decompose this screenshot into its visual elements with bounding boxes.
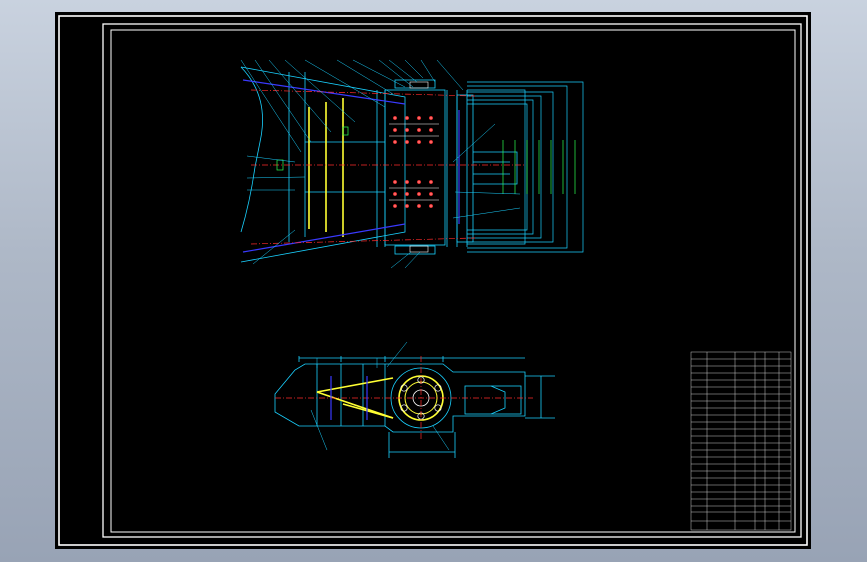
blue-outline	[242, 79, 460, 253]
drawing-frame	[58, 15, 808, 546]
title-block-rows	[691, 358, 791, 507]
cad-viewport[interactable]	[55, 12, 811, 549]
dimension-steps	[467, 81, 584, 253]
side-centerlines	[275, 356, 533, 440]
side-view	[274, 341, 555, 458]
side-outline	[274, 356, 555, 458]
yellow-members	[308, 98, 344, 237]
annotation-text	[276, 126, 576, 194]
title-block	[690, 351, 792, 531]
centerlines	[250, 89, 525, 245]
main-view	[240, 59, 584, 269]
bolt-pattern	[389, 81, 439, 253]
assembly-drawing	[58, 15, 808, 546]
